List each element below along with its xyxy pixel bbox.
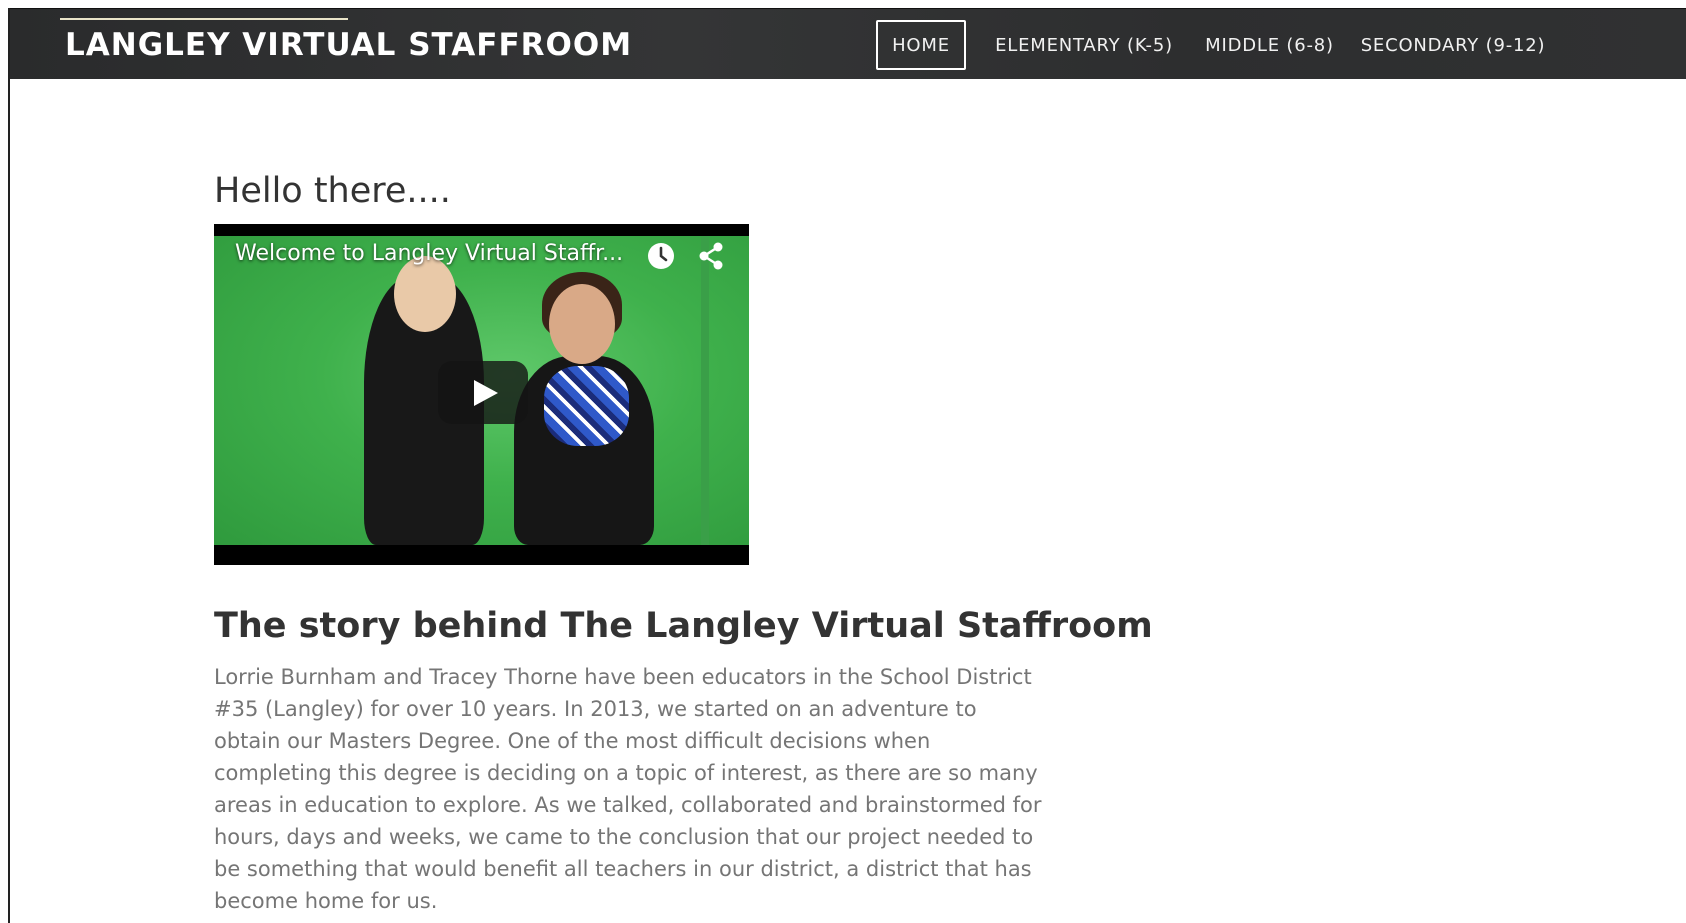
play-button[interactable] bbox=[438, 361, 528, 424]
play-icon bbox=[474, 379, 498, 406]
nav-secondary[interactable]: SECONDARY (9-12) bbox=[1361, 20, 1545, 70]
site-title[interactable]: LANGLEY VIRTUAL STAFFROOM bbox=[65, 27, 632, 63]
greeting-heading: Hello there.... bbox=[214, 171, 451, 212]
video-player[interactable]: Welcome to Langley Virtual Staffr... bbox=[214, 224, 749, 565]
nav-home[interactable]: HOME bbox=[876, 20, 966, 70]
video-title[interactable]: Welcome to Langley Virtual Staffr... bbox=[235, 241, 623, 266]
story-heading: The story behind The Langley Virtual Sta… bbox=[214, 606, 1153, 647]
share-icon[interactable] bbox=[697, 241, 725, 271]
nav-elementary[interactable]: ELEMENTARY (K-5) bbox=[995, 20, 1173, 70]
story-paragraph: Lorrie Burnham and Tracey Thorne have be… bbox=[214, 665, 1042, 913]
nav-middle[interactable]: MIDDLE (6-8) bbox=[1203, 20, 1336, 70]
top-navigation-bar: LANGLEY VIRTUAL STAFFROOM HOME ELEMENTAR… bbox=[10, 8, 1686, 79]
scarf bbox=[544, 366, 629, 446]
title-accent-line bbox=[60, 18, 348, 20]
clock-icon[interactable] bbox=[646, 241, 676, 271]
background-curtain bbox=[701, 236, 709, 545]
